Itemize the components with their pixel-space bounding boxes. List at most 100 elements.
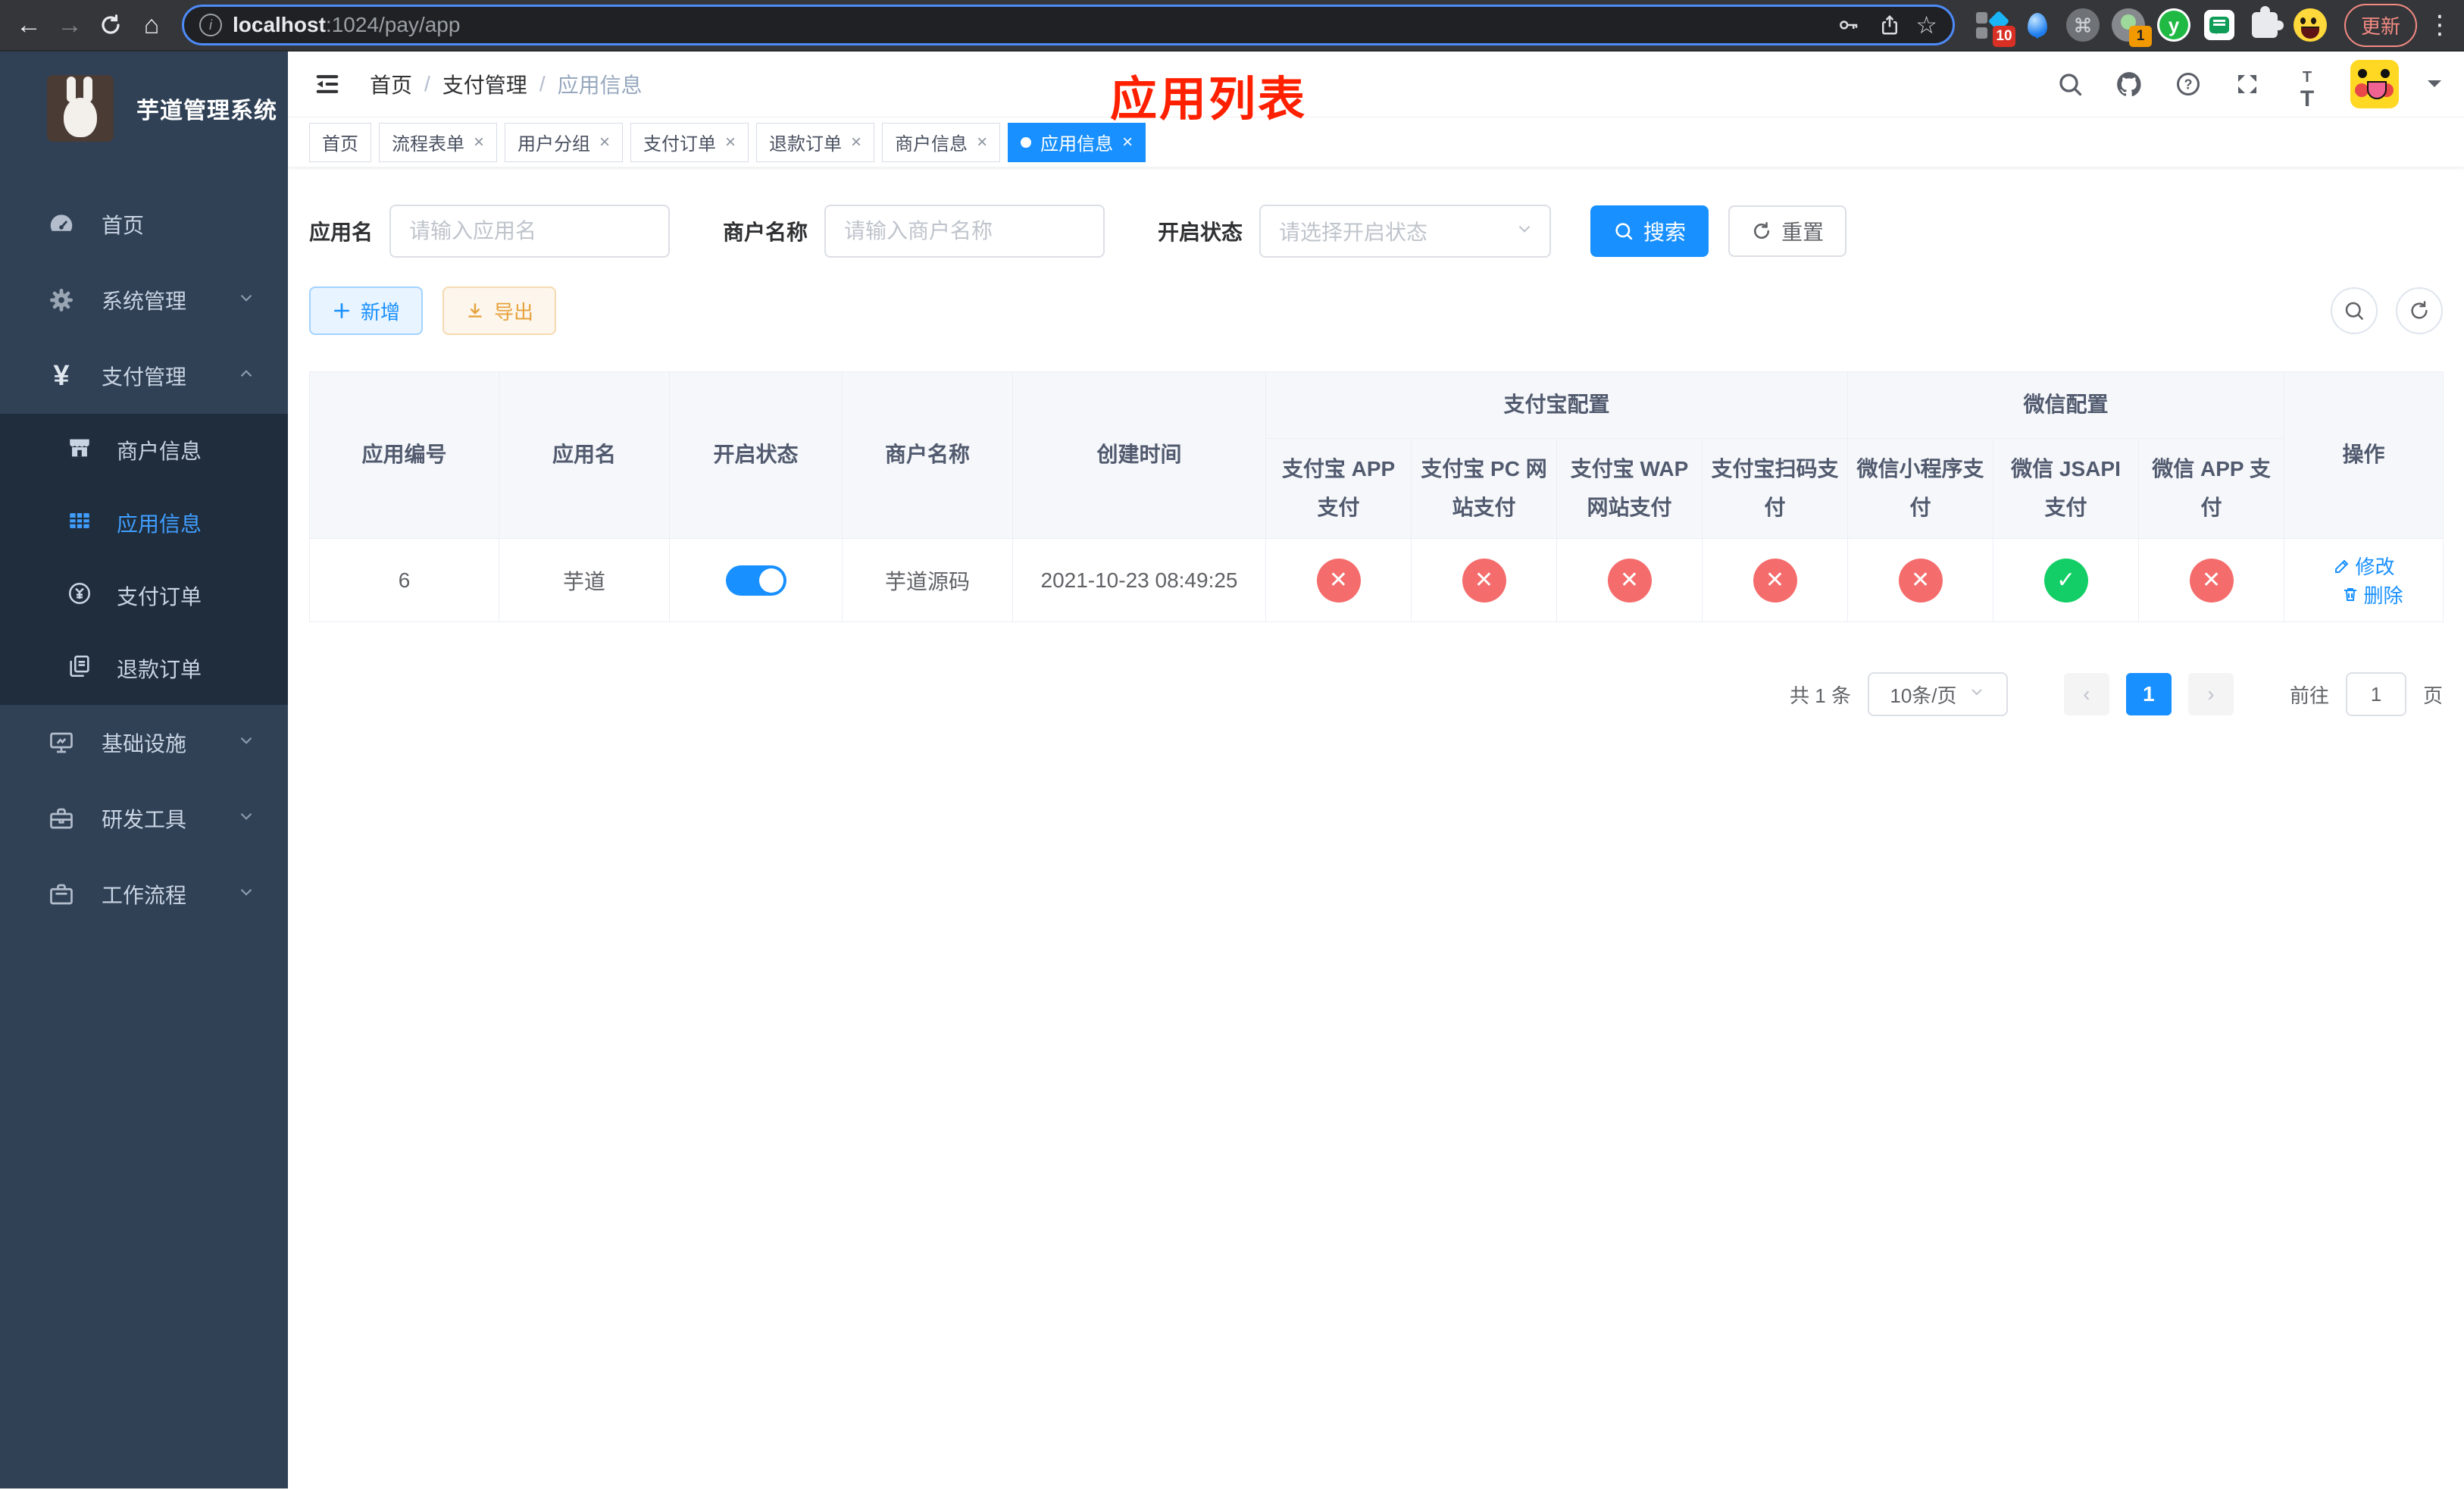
sidebar-collapse-icon[interactable] <box>311 67 344 101</box>
tab-user-group[interactable]: 用户分组 × <box>505 122 624 162</box>
sidebar-item-merchant-info[interactable]: 商户信息 <box>0 414 288 487</box>
close-icon[interactable]: × <box>977 132 987 153</box>
close-icon[interactable]: × <box>599 132 610 153</box>
toggle-search-button[interactable] <box>2331 287 2378 334</box>
tab-pay-orders[interactable]: 支付订单 × <box>630 122 749 162</box>
chat-extension-icon[interactable] <box>2202 8 2237 42</box>
svg-text:?: ? <box>2184 77 2193 92</box>
table-toolbar: 新增 导出 <box>309 286 2443 335</box>
status-select[interactable]: 请选择开启状态 <box>1259 205 1552 258</box>
sidebar-item-payment[interactable]: ¥ 支付管理 <box>0 338 288 414</box>
col-actions: 操作 <box>2284 371 2444 539</box>
browser-home-icon[interactable]: ⌂ <box>133 7 170 43</box>
bookmark-star-icon[interactable]: ☆ <box>1915 11 1937 39</box>
sidebar-item-refund-orders[interactable]: 退款订单 <box>0 632 288 705</box>
cell-status <box>669 538 843 622</box>
search-button[interactable]: 搜索 <box>1590 205 1709 257</box>
sidebar-item-dev-tools[interactable]: 研发工具 <box>0 781 288 856</box>
status-toggle[interactable] <box>725 565 786 596</box>
tab-process-form[interactable]: 流程表单 × <box>379 122 498 162</box>
status-label: 开启状态 <box>1158 221 1243 244</box>
yen-circle-icon <box>67 581 92 612</box>
emoji-profile-icon[interactable] <box>2293 8 2328 42</box>
sidebar-item-infrastructure[interactable]: 基础设施 <box>0 705 288 781</box>
reset-button[interactable]: 重置 <box>1728 205 1847 257</box>
shop-icon <box>67 435 92 466</box>
briefcase-icon <box>47 880 76 909</box>
documents-icon <box>67 653 92 684</box>
sidebar-item-label: 支付管理 <box>102 365 187 389</box>
browser-reload-icon[interactable] <box>92 7 129 43</box>
chevron-down-icon <box>236 882 256 907</box>
goto-page-input[interactable] <box>2345 672 2406 716</box>
translate-badge: 10 <box>1992 26 2015 47</box>
merchant-name-input[interactable] <box>824 205 1105 258</box>
col-status: 开启状态 <box>669 371 843 539</box>
delete-link[interactable]: 删除 <box>2341 581 2403 609</box>
close-icon[interactable]: × <box>474 132 484 153</box>
sidebar-item-pay-orders[interactable]: 支付订单 <box>0 559 288 632</box>
translate-extension-icon[interactable]: 10 <box>1975 8 2015 47</box>
sidebar-logo[interactable]: 芋道管理系统 <box>0 52 288 165</box>
col-created: 创建时间 <box>1012 371 1266 539</box>
chrome-update-button[interactable]: 更新 <box>2344 3 2417 47</box>
app-name-input[interactable] <box>389 205 671 258</box>
sidebar-item-workflow[interactable]: 工作流程 <box>0 856 288 932</box>
close-icon[interactable]: × <box>1122 132 1133 153</box>
page-content: 应用名 商户名称 开启状态 请选择开启状态 搜索 <box>288 167 2464 1488</box>
puzzle-extensions-icon[interactable] <box>2247 6 2284 42</box>
balloon-extension-icon[interactable] <box>2020 8 2055 42</box>
header-search-icon[interactable] <box>2055 69 2085 99</box>
help-icon[interactable]: ? <box>2173 69 2203 99</box>
share-icon[interactable] <box>1875 14 1905 36</box>
logo-rabbit-image <box>47 75 114 142</box>
browser-menu-icon[interactable]: ⋮ <box>2426 10 2453 40</box>
breadcrumb-current: 应用信息 <box>557 74 643 97</box>
recorder-badge: 1 <box>2128 26 2152 47</box>
sidebar-item-label: 商户信息 <box>117 440 202 463</box>
sidebar-item-home[interactable]: 首页 <box>0 186 288 262</box>
edit-link[interactable]: 修改 <box>2333 552 2395 580</box>
site-info-icon[interactable]: i <box>199 14 222 36</box>
github-icon[interactable] <box>2114 69 2144 99</box>
url-host: localhost <box>233 13 326 36</box>
browser-forward-icon[interactable]: → <box>52 7 88 43</box>
avatar-caret-icon[interactable] <box>2428 80 2441 94</box>
address-bar[interactable]: i localhost:1024/pay/app ☆ <box>182 5 1955 45</box>
refresh-button[interactable] <box>2396 287 2443 334</box>
app-name-label: 应用名 <box>309 221 374 244</box>
gear-icon <box>47 286 76 315</box>
goto-prefix: 前往 <box>2289 684 2329 707</box>
sidebar-item-system[interactable]: 系统管理 <box>0 262 288 338</box>
y-extension-icon[interactable]: y <box>2156 8 2191 42</box>
table-row: 6 芋道 芋道源码 2021-10-23 08:49:25 ✕ ✕ ✕ ✕ ✕ … <box>309 538 2444 622</box>
grid-icon <box>67 508 92 539</box>
page-1-button[interactable]: 1 <box>2125 673 2172 715</box>
sidebar-item-label: 支付订单 <box>117 585 202 609</box>
page-size-select[interactable]: 10条/页 <box>1867 672 2008 716</box>
breadcrumb-home[interactable]: 首页 <box>370 69 412 99</box>
browser-back-icon[interactable]: ← <box>11 7 47 43</box>
prev-page-button[interactable]: ‹ <box>2063 673 2109 715</box>
export-button[interactable]: 导出 <box>442 286 557 335</box>
browser-toolbar: ← → ⌂ i localhost:1024/pay/app ☆ 10 1 y … <box>0 0 2464 52</box>
chevron-down-icon <box>236 731 256 756</box>
chevron-up-icon <box>236 364 256 389</box>
font-size-icon[interactable]: TT <box>2291 69 2322 111</box>
tab-refund-orders[interactable]: 退款订单 × <box>756 122 875 162</box>
tab-home[interactable]: 首页 <box>309 122 371 162</box>
password-key-icon[interactable] <box>1834 14 1864 36</box>
add-button[interactable]: 新增 <box>309 286 424 335</box>
next-page-button[interactable]: › <box>2187 673 2234 715</box>
user-avatar[interactable] <box>2350 60 2399 108</box>
close-icon[interactable]: × <box>725 132 736 153</box>
command-extension-icon[interactable] <box>2065 8 2100 42</box>
close-icon[interactable]: × <box>851 132 861 153</box>
page-annotation: 应用列表 <box>1110 74 1308 126</box>
tab-merchant-info[interactable]: 商户信息 × <box>882 122 1001 162</box>
breadcrumb-separator: / <box>539 72 546 95</box>
sidebar-item-app-info[interactable]: 应用信息 <box>0 487 288 559</box>
chevron-down-icon <box>236 288 256 313</box>
fullscreen-icon[interactable] <box>2232 69 2262 99</box>
recorder-extension-icon[interactable]: 1 <box>2111 8 2152 47</box>
